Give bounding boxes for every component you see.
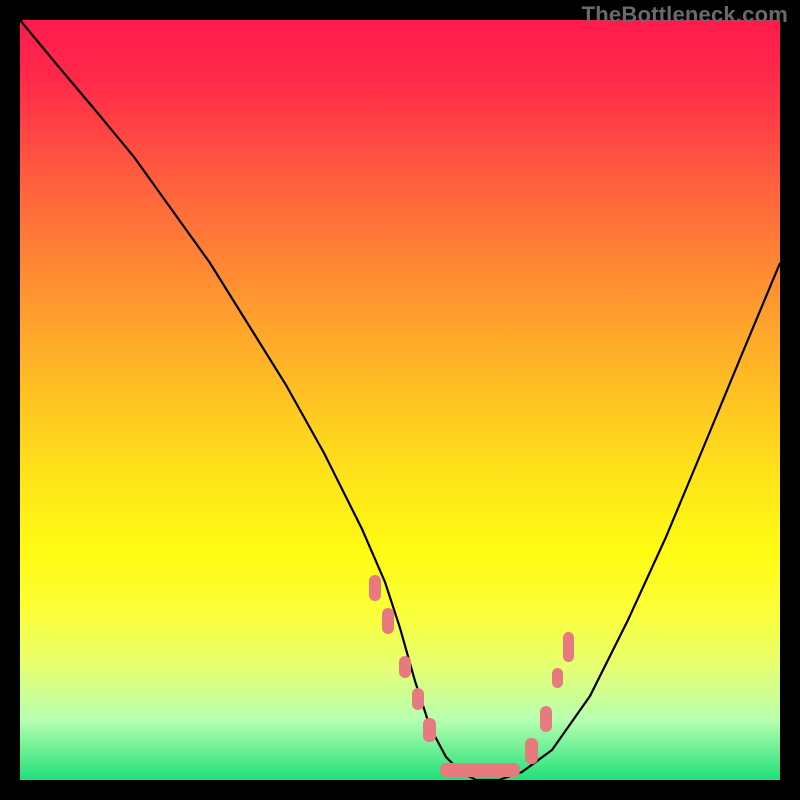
highlight-seg-6 — [525, 738, 538, 764]
highlight-seg-1 — [369, 575, 381, 601]
highlight-valley — [440, 763, 520, 777]
outer-frame: TheBottleneck.com — [0, 0, 800, 800]
watermark-text: TheBottleneck.com — [582, 2, 788, 28]
highlight-seg-4 — [412, 688, 424, 710]
highlight-seg-7 — [540, 706, 552, 732]
highlight-seg-9 — [563, 632, 574, 662]
highlight-seg-2 — [382, 608, 394, 634]
highlight-seg-5 — [423, 718, 436, 742]
highlight-seg-3 — [399, 656, 411, 678]
plot-area — [20, 20, 780, 780]
highlight-seg-8 — [552, 668, 563, 688]
